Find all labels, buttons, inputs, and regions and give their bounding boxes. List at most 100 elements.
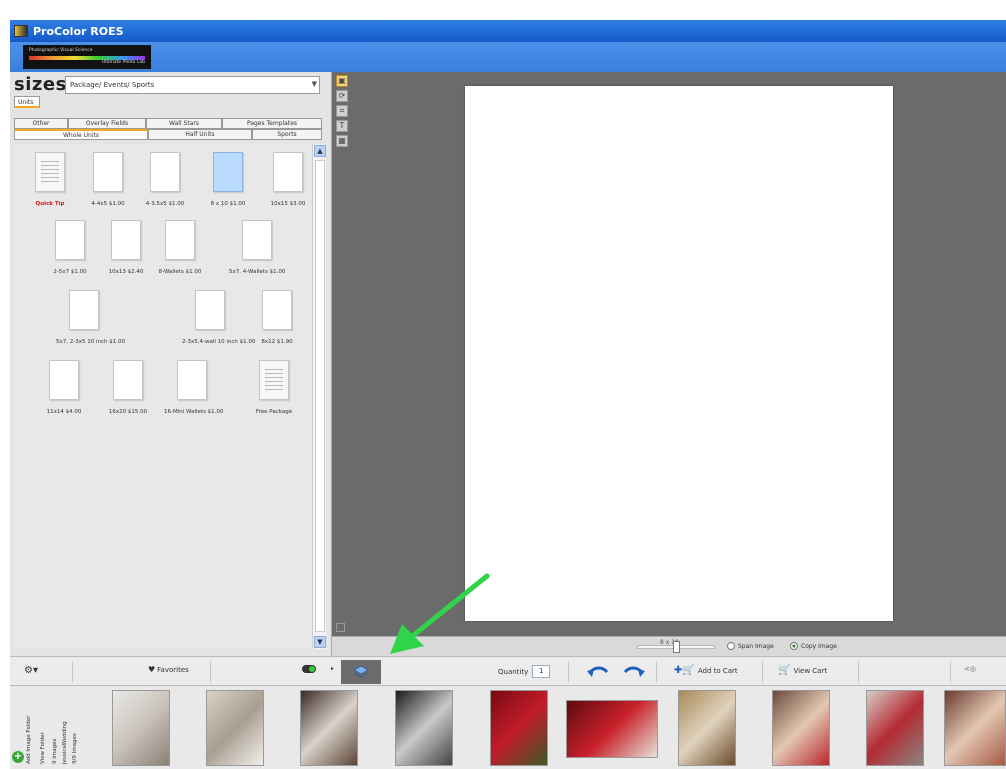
size-thumbnail[interactable] (93, 152, 123, 192)
size-thumbnail[interactable] (213, 152, 243, 192)
expand-arrow-icon[interactable]: ▸ (331, 665, 334, 672)
size-item-label: 8x12 $1.90 (261, 339, 293, 345)
scroll-track[interactable] (315, 160, 325, 632)
photo-dress-bw[interactable] (395, 690, 453, 766)
separator (210, 661, 211, 683)
logo-line2: Ultimate Photo Lab (101, 60, 145, 65)
add-folder-icon[interactable]: + (12, 751, 24, 763)
view-cart-button[interactable]: 🛒 View Cart (778, 665, 827, 676)
span-image-radio[interactable]: Span Image (727, 642, 774, 650)
image-tool-icon[interactable]: ▣ (336, 75, 348, 87)
size-thumbnail[interactable] (111, 220, 141, 260)
size-item-label: 5x7, 4-Wallets $1.00 (229, 269, 286, 275)
size-thumbnail[interactable] (49, 360, 79, 400)
size-thumbnail[interactable] (165, 220, 195, 260)
size-item[interactable]: 16x20 $15.00 (100, 360, 156, 415)
view-cart-label: View Cart (793, 666, 828, 675)
toggle-icon[interactable] (302, 665, 316, 673)
view-folder-label[interactable]: View Folder (40, 692, 46, 764)
settings-gear-icon[interactable]: ⚙▾ (24, 665, 38, 676)
undo-icon[interactable] (586, 663, 610, 681)
redo-icon[interactable] (622, 663, 646, 681)
size-thumbnail[interactable] (177, 360, 207, 400)
chevron-down-icon[interactable]: ▼ (312, 80, 317, 88)
size-item[interactable]: 11x14 $4.00 (36, 360, 92, 415)
canvas-area (332, 72, 1006, 636)
size-item[interactable]: 4-3.5x5 $1.00 (137, 152, 193, 207)
category-tabs-row2: Whole Units Half Units Sports (14, 129, 322, 140)
zoom-slider-knob[interactable] (673, 641, 680, 653)
size-item[interactable]: 5x7, 4-Wallets $1.00 (229, 220, 285, 275)
size-item[interactable]: 5x7, 2-3x5 10 inch $1.00 (56, 290, 125, 345)
size-item[interactable]: 16-Mini Wallets $1.00 (164, 360, 223, 415)
favorites-button[interactable]: ♥ Favorites (148, 665, 189, 674)
folder-info: + Add Image Folder View Folder 9 Images … (10, 686, 82, 769)
size-item-label: 10x13 $2.40 (108, 269, 144, 275)
size-thumbnail[interactable] (273, 152, 303, 192)
tab-pages-templates[interactable]: Pages Templates (222, 118, 322, 129)
size-item[interactable]: 2-5x7 $1.00 (42, 220, 98, 275)
size-thumbnail[interactable] (55, 220, 85, 260)
banner-bar: Photographic Visual Science Ultimate Pho… (10, 42, 1006, 72)
tab-whole-units[interactable]: Whole Units (14, 129, 148, 140)
package-select[interactable]: Package/ Events/ Sports ▼ (65, 76, 320, 94)
size-thumbnail[interactable] (262, 290, 292, 330)
size-thumbnail[interactable] (35, 152, 65, 192)
photo-dress-white[interactable] (112, 690, 170, 766)
photo-roses-shoes[interactable] (566, 700, 658, 758)
zoom-slider[interactable] (637, 641, 715, 653)
size-grid-scrollbar[interactable]: ▲ ▼ (312, 144, 326, 649)
size-item[interactable]: Quick Tip (22, 152, 78, 207)
size-item-label: 11x14 $4.00 (46, 409, 82, 415)
size-thumbnail[interactable] (195, 290, 225, 330)
photo-dress-dark[interactable] (300, 690, 358, 766)
size-thumbnail[interactable] (69, 290, 99, 330)
size-item[interactable]: Free Package (246, 360, 302, 415)
size-item-label: Free Package (255, 409, 293, 415)
tab-overlay-fields[interactable]: Overlay Fields (68, 118, 146, 129)
print-page[interactable] (465, 86, 893, 621)
photo-dress-window[interactable] (206, 690, 264, 766)
photo-bride-family[interactable] (944, 690, 1006, 766)
separator (950, 661, 951, 683)
photo-bride-red[interactable] (772, 690, 830, 766)
size-thumbnail[interactable] (113, 360, 143, 400)
size-item-label: 8 x 10 $1.00 (210, 201, 246, 207)
size-item[interactable]: 8-Wallets $1.00 (152, 220, 208, 275)
heart-icon: ♥ (148, 665, 156, 674)
grid-tool-icon[interactable]: ▦ (336, 135, 348, 147)
size-item[interactable]: 10x13 $2.40 (98, 220, 154, 275)
tab-half-units[interactable]: Half Units (148, 129, 252, 140)
tab-wall-stars[interactable]: Wall Stars (146, 118, 222, 129)
copy-image-radio[interactable]: Copy Image (790, 642, 837, 650)
span-image-label: Span Image (738, 642, 774, 650)
photo-bride-mirror[interactable] (678, 690, 736, 766)
photo-bride-lying[interactable] (866, 690, 924, 766)
size-thumbnail[interactable] (150, 152, 180, 192)
bottom-toolbar: ⚙▾ ♥ Favorites ▸ Quantity 1 ✚🛒 Add to Ca… (10, 656, 1006, 686)
size-item[interactable]: 8x12 $1.90 (249, 290, 305, 345)
share-icon[interactable]: <◎ (964, 665, 976, 673)
add-to-cart-button[interactable]: ✚🛒 Add to Cart (674, 665, 738, 676)
tab-units[interactable]: Units (14, 96, 40, 108)
crop-tool-icon[interactable]: ⌗ (336, 105, 348, 117)
add-folder-label[interactable]: Add Image Folder (26, 692, 32, 764)
tab-sports[interactable]: Sports (252, 129, 322, 140)
quantity-label: Quantity (498, 667, 529, 676)
rotate-tool-icon[interactable]: ⟳ (336, 90, 348, 102)
text-tool-icon[interactable]: T (336, 120, 348, 132)
size-thumbnail[interactable] (259, 360, 289, 400)
scroll-up-icon[interactable]: ▲ (314, 145, 326, 157)
layers-button[interactable] (341, 660, 381, 684)
size-item[interactable]: 10x15 $3.00 (260, 152, 316, 207)
tab-other[interactable]: Other (14, 118, 68, 129)
copy-image-label: Copy Image (801, 642, 837, 650)
size-item[interactable]: 8 x 10 $1.00 (200, 152, 256, 207)
size-item[interactable]: 2-3x5,4-wall 10 inch $1.00 (182, 290, 255, 345)
photo-roses[interactable] (490, 690, 548, 766)
folder-name-label: JessicaWedding (62, 721, 68, 764)
size-item[interactable]: 4-4x5 $1.00 (80, 152, 136, 207)
scroll-down-icon[interactable]: ▼ (314, 636, 326, 648)
quantity-input[interactable]: 1 (532, 665, 551, 678)
size-thumbnail[interactable] (242, 220, 272, 260)
